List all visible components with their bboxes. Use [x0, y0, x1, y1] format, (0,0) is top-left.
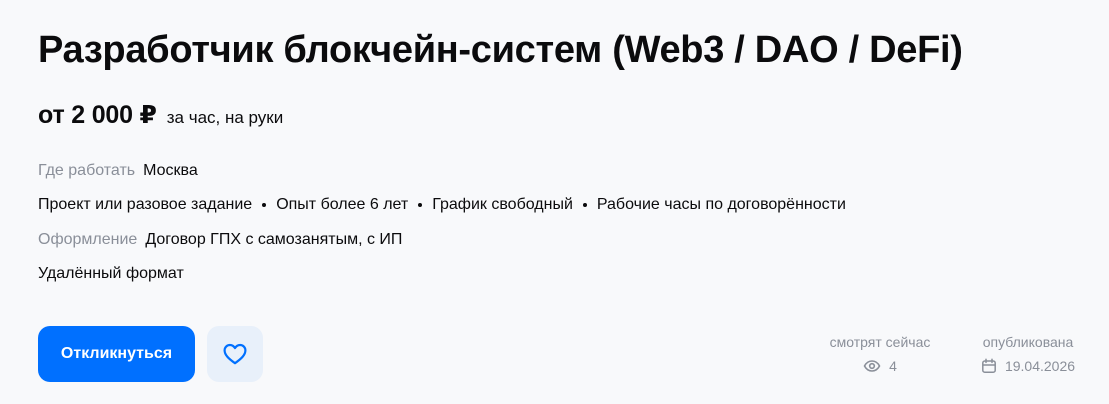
contract-value: Договор ГПХ с самозанятым, с ИП [145, 231, 403, 248]
salary-amount: от 2 000 ₽ [38, 101, 157, 129]
salary: от 2 000 ₽ за час, на руки [38, 100, 283, 130]
location-label: Где работать [38, 162, 136, 179]
watching-value: 4 [820, 357, 940, 375]
vacancy-card: Разработчик блокчейн-систем (Web3 / DAO … [0, 0, 1109, 404]
contract-label: Оформление [38, 231, 138, 248]
eye-icon [863, 360, 881, 372]
watching-count: 4 [889, 358, 897, 374]
watching-label: смотрят сейчас [829, 334, 931, 350]
favorite-button[interactable] [207, 326, 263, 382]
tag-schedule: График свободный [432, 196, 573, 213]
separator-dot [582, 203, 587, 207]
published-date: 19.04.2026 [1004, 358, 1076, 374]
published-value: 19.04.2026 [970, 357, 1086, 375]
apply-button[interactable]: Откликнуться [38, 326, 195, 382]
contract-row: Оформление Договор ГПХ с самозанятым, с … [38, 229, 402, 251]
tag-employment-type: Проект или разовое задание [38, 196, 253, 213]
tag-working-hours: Рабочие часы по договорённости [596, 196, 846, 213]
separator-dot [418, 203, 423, 207]
watching-now: смотрят сейчас 4 [820, 333, 940, 375]
work-format: Удалённый формат [38, 265, 184, 282]
calendar-icon [982, 358, 996, 373]
location-value: Москва [143, 162, 198, 179]
separator-dot [262, 203, 267, 207]
published-label: опубликована [982, 334, 1074, 350]
salary-note: за час, на руки [166, 108, 284, 127]
location-row: Где работать Москва [38, 160, 198, 182]
tag-experience: Опыт более 6 лет [276, 196, 409, 213]
heart-icon [223, 343, 247, 365]
vacancy-title: Разработчик блокчейн-систем (Web3 / DAO … [38, 29, 963, 71]
published: опубликована 19.04.2026 [970, 333, 1086, 375]
vacancy-tags: Проект или разовое задание Опыт более 6 … [38, 194, 846, 216]
